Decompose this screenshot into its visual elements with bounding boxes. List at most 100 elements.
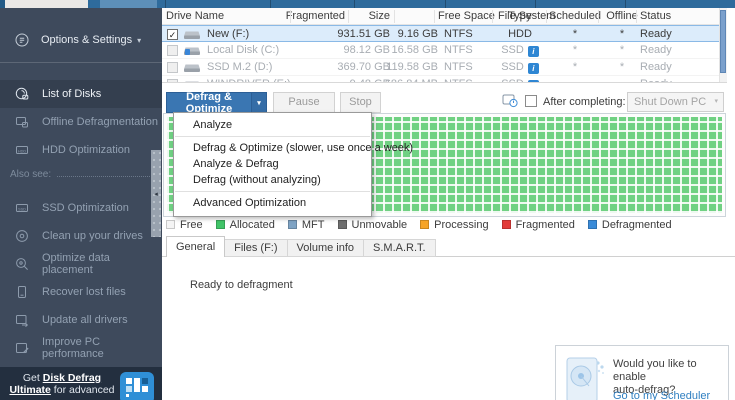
scheduled-value: * — [547, 44, 603, 56]
sidebar-item-optimize-data-placement[interactable]: Optimize data placement — [0, 250, 162, 278]
sidebar-item-recover-lost-files[interactable]: Recover lost files — [0, 278, 162, 306]
pause-button[interactable]: Pause — [273, 92, 335, 113]
disk-defrag-ultimate-icon — [120, 372, 154, 400]
table-row-ssd-m-2-d[interactable]: SSD M.2 (D:)369.70 GB119.58 GBNTFS**Read… — [162, 59, 727, 76]
drive-checkbox[interactable] — [167, 62, 178, 73]
sidebar-item-clean-up-your-drives[interactable]: Clean up your drives — [0, 222, 162, 250]
file-system-value: NTFS — [444, 44, 473, 56]
legend-swatch — [338, 220, 347, 229]
drive-name: Local Disk (C:) — [207, 44, 279, 56]
legend-item-free: Free — [166, 219, 203, 231]
tab-volume-info[interactable]: Volume info — [288, 239, 364, 257]
hdd-illustration-icon — [565, 356, 605, 400]
tab-files-f[interactable]: Files (F:) — [225, 239, 287, 257]
drivers-icon — [14, 312, 30, 328]
sidebar-divider — [0, 62, 162, 63]
ultimate-upgrade-banner[interactable]: Get Disk DefragUltimate for advanced — [0, 367, 162, 400]
col-type[interactable]: Type — [492, 10, 548, 22]
go-to-scheduler-link[interactable]: Go to my Scheduler — [613, 390, 710, 400]
sidebar-item-label: SSD Optimization — [42, 202, 129, 214]
file-system-value: NTFS — [444, 28, 473, 40]
col-scheduled[interactable]: Scheduled — [547, 10, 603, 22]
col-size[interactable]: Size — [369, 10, 390, 22]
drive-icon — [183, 45, 201, 59]
after-completing-value: Shut Down PC — [634, 96, 706, 108]
drive-checkbox[interactable]: ✓ — [167, 29, 178, 40]
sidebar-item-improve-pc-performance[interactable]: Improve PC performance — [0, 334, 162, 362]
svg-text:SSD: SSD — [18, 207, 26, 211]
legend-label: Unmovable — [352, 219, 408, 231]
drive-name: New (F:) — [207, 28, 249, 40]
sidebar-item-label: Recover lost files — [42, 286, 126, 298]
status-value: Ready — [640, 61, 672, 73]
recover-icon — [14, 284, 30, 300]
col-free-space[interactable]: Free Space — [438, 10, 495, 22]
col-status[interactable]: Status — [640, 10, 671, 22]
col-fragmented[interactable]: Fragmented — [286, 10, 345, 22]
ssd-info-icon[interactable]: i — [528, 63, 539, 74]
table-row-new-f[interactable]: ✓New (F:)931.51 GB9.16 GBNTFS**ReadyHDD — [162, 25, 727, 42]
ultimate-upgrade-text[interactable]: Get Disk DefragUltimate for advanced — [8, 372, 116, 396]
sidebar-item-hdd-optimization[interactable]: HDDHDD Optimization — [0, 136, 162, 164]
sidebar-item-offline-defragmentation[interactable]: Offline Defragmentation — [0, 108, 162, 136]
ssd-info-icon[interactable]: i — [528, 46, 539, 57]
offline-value: * — [602, 61, 642, 73]
svg-text:HDD: HDD — [18, 149, 26, 153]
disc-icon — [14, 228, 30, 244]
drive-checkbox[interactable] — [167, 45, 178, 56]
disc-search-icon — [14, 256, 30, 272]
options-settings-button[interactable]: Options & Settings ▾ — [0, 26, 162, 54]
size-value: 369.70 GB — [337, 61, 390, 73]
status-value: Ready — [640, 28, 672, 40]
defrag-dropdown-arrow-icon[interactable]: ▾ — [251, 93, 266, 112]
ssd-icon: SSD — [14, 200, 30, 216]
select-arrow-icon: ▾ — [714, 93, 718, 111]
tab-s-m-a-r-t[interactable]: S.M.A.R.T. — [364, 239, 436, 257]
options-settings-label: Options & Settings — [41, 34, 132, 46]
drive-table-header[interactable]: Drive Name Fragmented Size Free Space Fi… — [162, 8, 727, 25]
sidebar-collapse-handle[interactable]: ◂ — [151, 150, 161, 237]
drive-icon — [183, 29, 201, 43]
size-value: 98.12 GB — [344, 44, 390, 56]
legend-swatch — [420, 220, 429, 229]
table-scrollbar-thumb[interactable] — [720, 10, 726, 73]
offline-value: * — [602, 28, 642, 40]
tab-general[interactable]: General — [166, 236, 225, 257]
stop-button[interactable]: Stop — [340, 92, 381, 113]
disks-icon — [14, 86, 30, 102]
action-toolbar: Defrag & Optimize ▾ Pause Stop After com… — [162, 83, 735, 113]
block-legend: FreeAllocatedMFTUnmovableProcessingFragm… — [166, 217, 726, 232]
legend-swatch — [216, 220, 225, 229]
also-see-section: Also see: — [0, 166, 162, 182]
defrag-optimize-label: Defrag & Optimize — [167, 91, 251, 115]
legend-item-unmovable: Unmovable — [338, 219, 408, 231]
col-drive-name[interactable]: Drive Name — [166, 10, 224, 22]
menu-item-analyze[interactable]: Analyze — [174, 117, 371, 133]
sidebar-item-update-all-drivers[interactable]: Update all drivers — [0, 306, 162, 334]
window-top-strip — [0, 0, 735, 8]
table-scrollbar[interactable] — [719, 8, 727, 83]
type-value: HDD — [492, 28, 548, 40]
legend-item-fragmented: Fragmented — [502, 219, 575, 231]
menu-item-defrag-optimize-slower-use-once-a-week[interactable]: Defrag & Optimize (slower, use once a we… — [174, 140, 371, 156]
offline-value: * — [602, 44, 642, 56]
disk-defrag-window: Options & Settings ▾ List of DisksOfflin… — [0, 0, 735, 400]
menu-item-defrag-without-analyzing[interactable]: Defrag (without analyzing) — [174, 172, 371, 188]
sidebar-item-list-of-disks[interactable]: List of Disks — [0, 80, 162, 108]
menu-item-analyze-defrag[interactable]: Analyze & Defrag — [174, 156, 371, 172]
status-value: Ready — [640, 44, 672, 56]
legend-swatch — [166, 220, 175, 229]
table-row-local-disk-c[interactable]: Local Disk (C:)98.12 GB16.58 GBNTFS**Rea… — [162, 42, 727, 59]
table-row-windriver-e[interactable]: WINDRIVER (E:)9.48 GB686.84 MBNTFSReadyS… — [162, 76, 727, 83]
sidebar-item-ssd-optimization[interactable]: SSD SSD Optimization — [0, 194, 162, 222]
scheduled-value: * — [547, 28, 603, 40]
defrag-optimize-button[interactable]: Defrag & Optimize ▾ — [166, 92, 267, 113]
after-completing-label: After completing: — [543, 96, 626, 108]
menu-item-advanced-optimization[interactable]: Advanced Optimization — [174, 195, 371, 211]
sidebar-primary-nav: List of DisksOffline DefragmentationHDDH… — [0, 80, 162, 164]
sidebar-item-label: Clean up your drives — [42, 230, 143, 242]
sidebar-item-label: Update all drivers — [42, 314, 128, 326]
after-completing-checkbox[interactable] — [525, 95, 537, 107]
collapse-arrow-icon: ◂ — [154, 190, 158, 198]
after-completing-select[interactable]: Shut Down PC ▾ — [627, 92, 724, 112]
